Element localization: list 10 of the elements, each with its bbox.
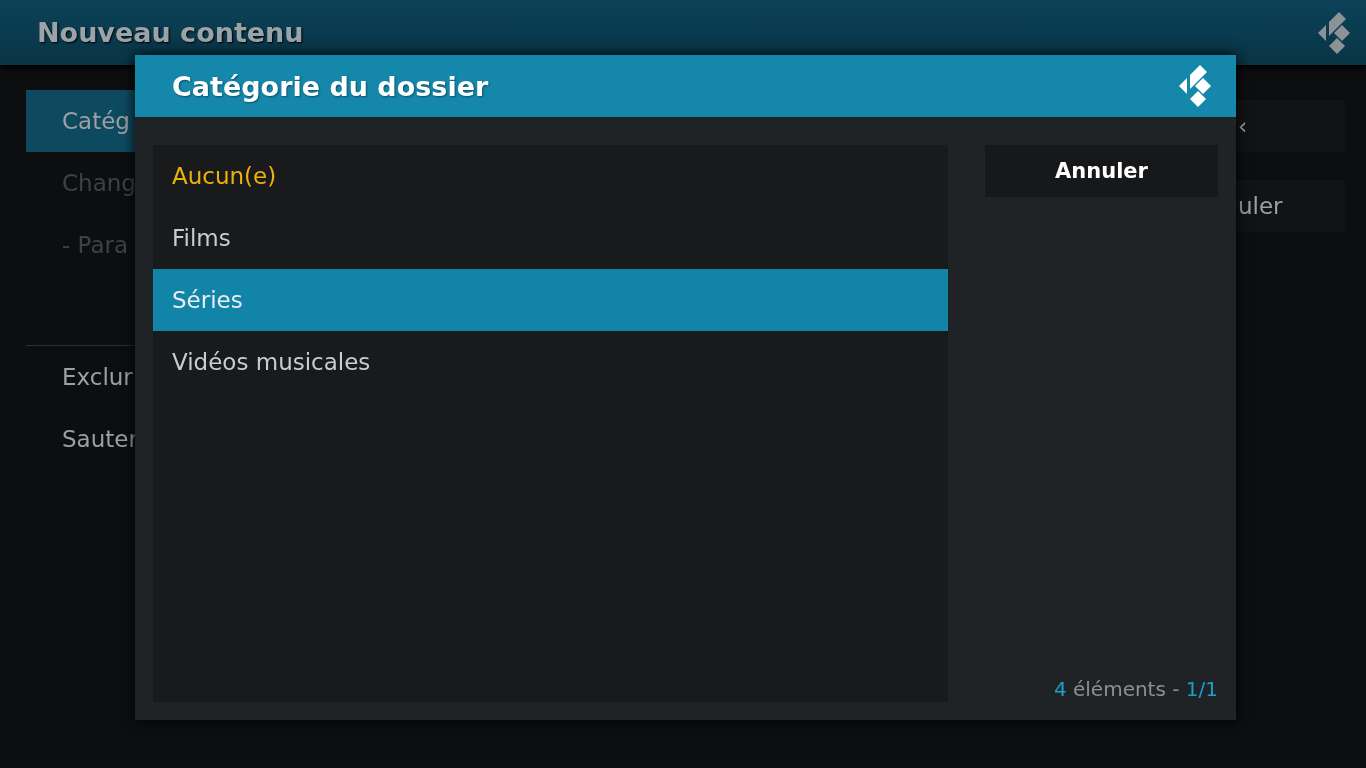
window-title: Nouveau contenu bbox=[37, 17, 304, 48]
cancel-button[interactable]: Annuler bbox=[985, 145, 1218, 197]
list-item[interactable]: Vidéos musicales bbox=[153, 331, 948, 393]
dialog-title: Catégorie du dossier bbox=[172, 70, 489, 102]
dialog-button[interactable]: ‹ bbox=[1236, 100, 1345, 152]
list-item[interactable]: Séries bbox=[153, 269, 948, 331]
dialog-button[interactable]: uler bbox=[1236, 180, 1345, 232]
list-item[interactable]: Films bbox=[153, 207, 948, 269]
list-item[interactable]: Aucun(e) bbox=[153, 145, 948, 207]
item-count-text: 4 éléments - 1/1 bbox=[1053, 677, 1218, 702]
